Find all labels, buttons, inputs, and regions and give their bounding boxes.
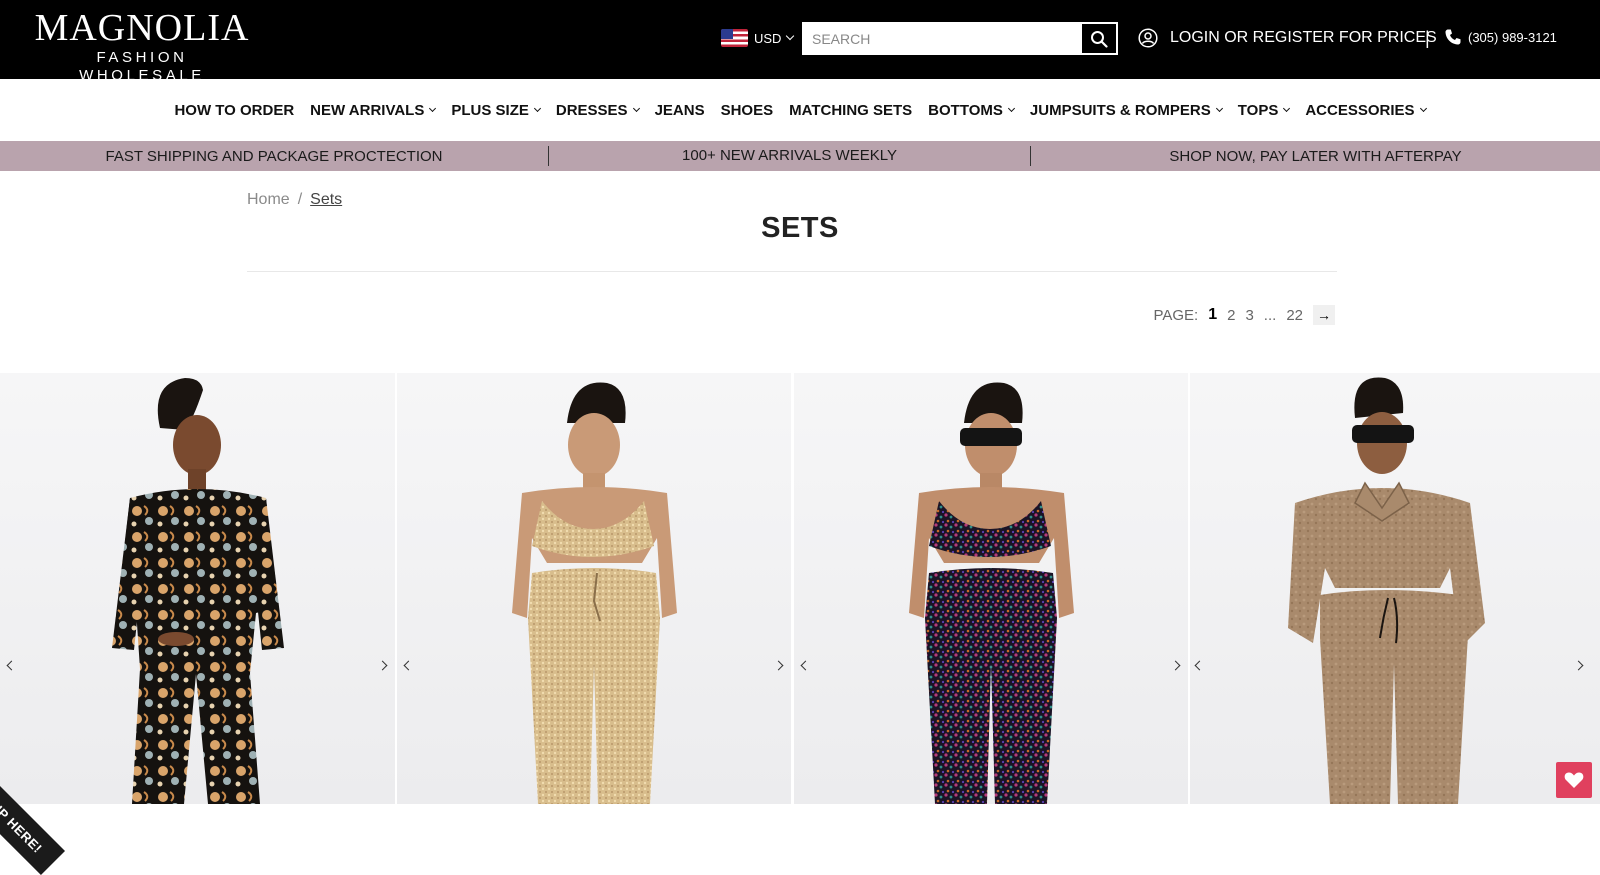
nav-label: SHOES xyxy=(720,101,774,119)
chevron-down-icon xyxy=(533,104,541,113)
currency-selector[interactable]: USD xyxy=(721,28,795,48)
chevron-down-icon xyxy=(1215,104,1223,113)
nav-label: BOTTOMS xyxy=(928,101,1003,119)
next-page-button[interactable]: → xyxy=(1313,305,1335,325)
us-flag-icon xyxy=(721,29,748,47)
carousel-next-button[interactable] xyxy=(770,657,786,673)
breadcrumb-current[interactable]: Sets xyxy=(310,191,342,209)
page-link-1[interactable]: 1 xyxy=(1208,306,1217,324)
wishlist-button[interactable] xyxy=(1556,762,1592,798)
nav-label: DRESSES xyxy=(555,101,628,119)
page-link-22[interactable]: 22 xyxy=(1286,307,1303,324)
promo-shipping: FAST SHIPPING AND PACKAGE PROCTECTION xyxy=(105,147,443,165)
chevron-down-icon xyxy=(1419,104,1427,113)
carousel-next-button[interactable] xyxy=(1570,657,1586,673)
carousel-prev-button[interactable] xyxy=(3,657,19,673)
title-divider xyxy=(247,271,1337,272)
chevron-left-icon xyxy=(800,660,810,670)
chevron-down-icon xyxy=(429,104,437,113)
product-grid xyxy=(0,373,1600,804)
logo-main-text: MAGNOLIA xyxy=(34,7,250,49)
nav-bottoms[interactable]: BOTTOMS xyxy=(920,102,1022,119)
chevron-right-icon xyxy=(773,660,783,670)
page-link-3[interactable]: 3 xyxy=(1245,307,1253,324)
product-card[interactable] xyxy=(0,373,395,804)
chevron-down-icon xyxy=(1283,104,1291,113)
chevron-left-icon xyxy=(6,660,16,670)
account-link[interactable]: LOGIN OR REGISTER FOR PRICES xyxy=(1138,28,1437,48)
heart-icon xyxy=(1564,772,1584,788)
chevron-down-icon xyxy=(786,31,795,41)
product-image[interactable] xyxy=(0,373,395,804)
nav-label: JEANS xyxy=(654,101,705,119)
search-bar xyxy=(802,22,1118,55)
nav-new-arrivals[interactable]: NEW ARRIVALS xyxy=(302,102,443,119)
chevron-left-icon xyxy=(403,660,413,670)
product-card[interactable] xyxy=(794,373,1188,804)
promo-afterpay: SHOP NOW, PAY LATER WITH AFTERPAY xyxy=(1169,147,1462,165)
phone-number: (305) 989-3121 xyxy=(1468,29,1557,45)
carousel-next-button[interactable] xyxy=(374,657,390,673)
currency-label: USD xyxy=(754,30,782,46)
nav-shoes[interactable]: SHOES xyxy=(713,102,782,119)
page-title: SETS xyxy=(761,212,839,244)
chevron-right-icon xyxy=(377,660,387,670)
carousel-prev-button[interactable] xyxy=(400,657,416,673)
nav-accessories[interactable]: ACCESSORIES xyxy=(1297,102,1433,119)
breadcrumb-separator: / xyxy=(297,191,303,208)
chevron-right-icon xyxy=(1170,660,1180,670)
carousel-next-button[interactable] xyxy=(1167,657,1183,673)
site-logo[interactable]: MAGNOLIA FASHION WHOLESALE xyxy=(33,8,251,85)
chevron-down-icon xyxy=(1007,104,1015,113)
user-icon xyxy=(1138,28,1158,48)
carousel-prev-button[interactable] xyxy=(1191,657,1207,673)
header-separator: | xyxy=(1425,28,1430,48)
nav-label: HOW TO ORDER xyxy=(174,101,295,119)
chevron-right-icon xyxy=(1573,660,1583,670)
nav-plus-size[interactable]: PLUS SIZE xyxy=(443,102,548,119)
nav-label: PLUS SIZE xyxy=(451,101,529,119)
nav-label: JUMPSUITS & ROMPERS xyxy=(1029,101,1211,119)
nav-tops[interactable]: TOPS xyxy=(1230,102,1298,119)
nav-label: NEW ARRIVALS xyxy=(310,101,425,119)
breadcrumb-home[interactable]: Home xyxy=(247,191,290,209)
product-card[interactable] xyxy=(397,373,791,804)
carousel-prev-button[interactable] xyxy=(797,657,813,673)
top-header: MAGNOLIA FASHION WHOLESALE USD LOGIN OR … xyxy=(0,0,1600,84)
chevron-down-icon xyxy=(632,104,640,113)
promo-new-arrivals: 100+ NEW ARRIVALS WEEKLY xyxy=(548,146,1031,166)
phone-icon xyxy=(1445,29,1461,45)
product-image[interactable] xyxy=(1190,373,1600,804)
product-image[interactable] xyxy=(397,373,791,804)
nav-matching-sets[interactable]: MATCHING SETS xyxy=(781,102,920,119)
pagination: PAGE: 1 2 3 ... 22 → xyxy=(1153,305,1335,325)
nav-how-to-order[interactable]: HOW TO ORDER xyxy=(166,102,302,119)
main-navigation: HOW TO ORDER NEW ARRIVALS PLUS SIZE DRES… xyxy=(0,79,1600,141)
search-input[interactable] xyxy=(804,24,1082,53)
search-button[interactable] xyxy=(1082,24,1116,53)
page-ellipsis: ... xyxy=(1263,306,1277,324)
nav-label: TOPS xyxy=(1237,101,1279,119)
page-link-2[interactable]: 2 xyxy=(1227,307,1235,324)
pagination-label: PAGE: xyxy=(1153,306,1199,324)
nav-dresses[interactable]: DRESSES xyxy=(548,102,647,119)
nav-label: ACCESSORIES xyxy=(1305,101,1415,119)
nav-jumpsuits-rompers[interactable]: JUMPSUITS & ROMPERS xyxy=(1022,102,1230,119)
breadcrumb: Home / Sets xyxy=(247,191,342,209)
nav-jeans[interactable]: JEANS xyxy=(647,102,713,119)
product-card[interactable] xyxy=(1190,373,1600,804)
search-icon xyxy=(1091,30,1108,48)
phone-link[interactable]: (305) 989-3121 xyxy=(1444,28,1557,46)
chevron-left-icon xyxy=(1194,660,1204,670)
nav-label: MATCHING SETS xyxy=(789,101,913,119)
product-image[interactable] xyxy=(794,373,1188,804)
account-label: LOGIN OR REGISTER FOR PRICES xyxy=(1170,29,1437,46)
promo-bar: FAST SHIPPING AND PACKAGE PROCTECTION 10… xyxy=(0,141,1600,171)
